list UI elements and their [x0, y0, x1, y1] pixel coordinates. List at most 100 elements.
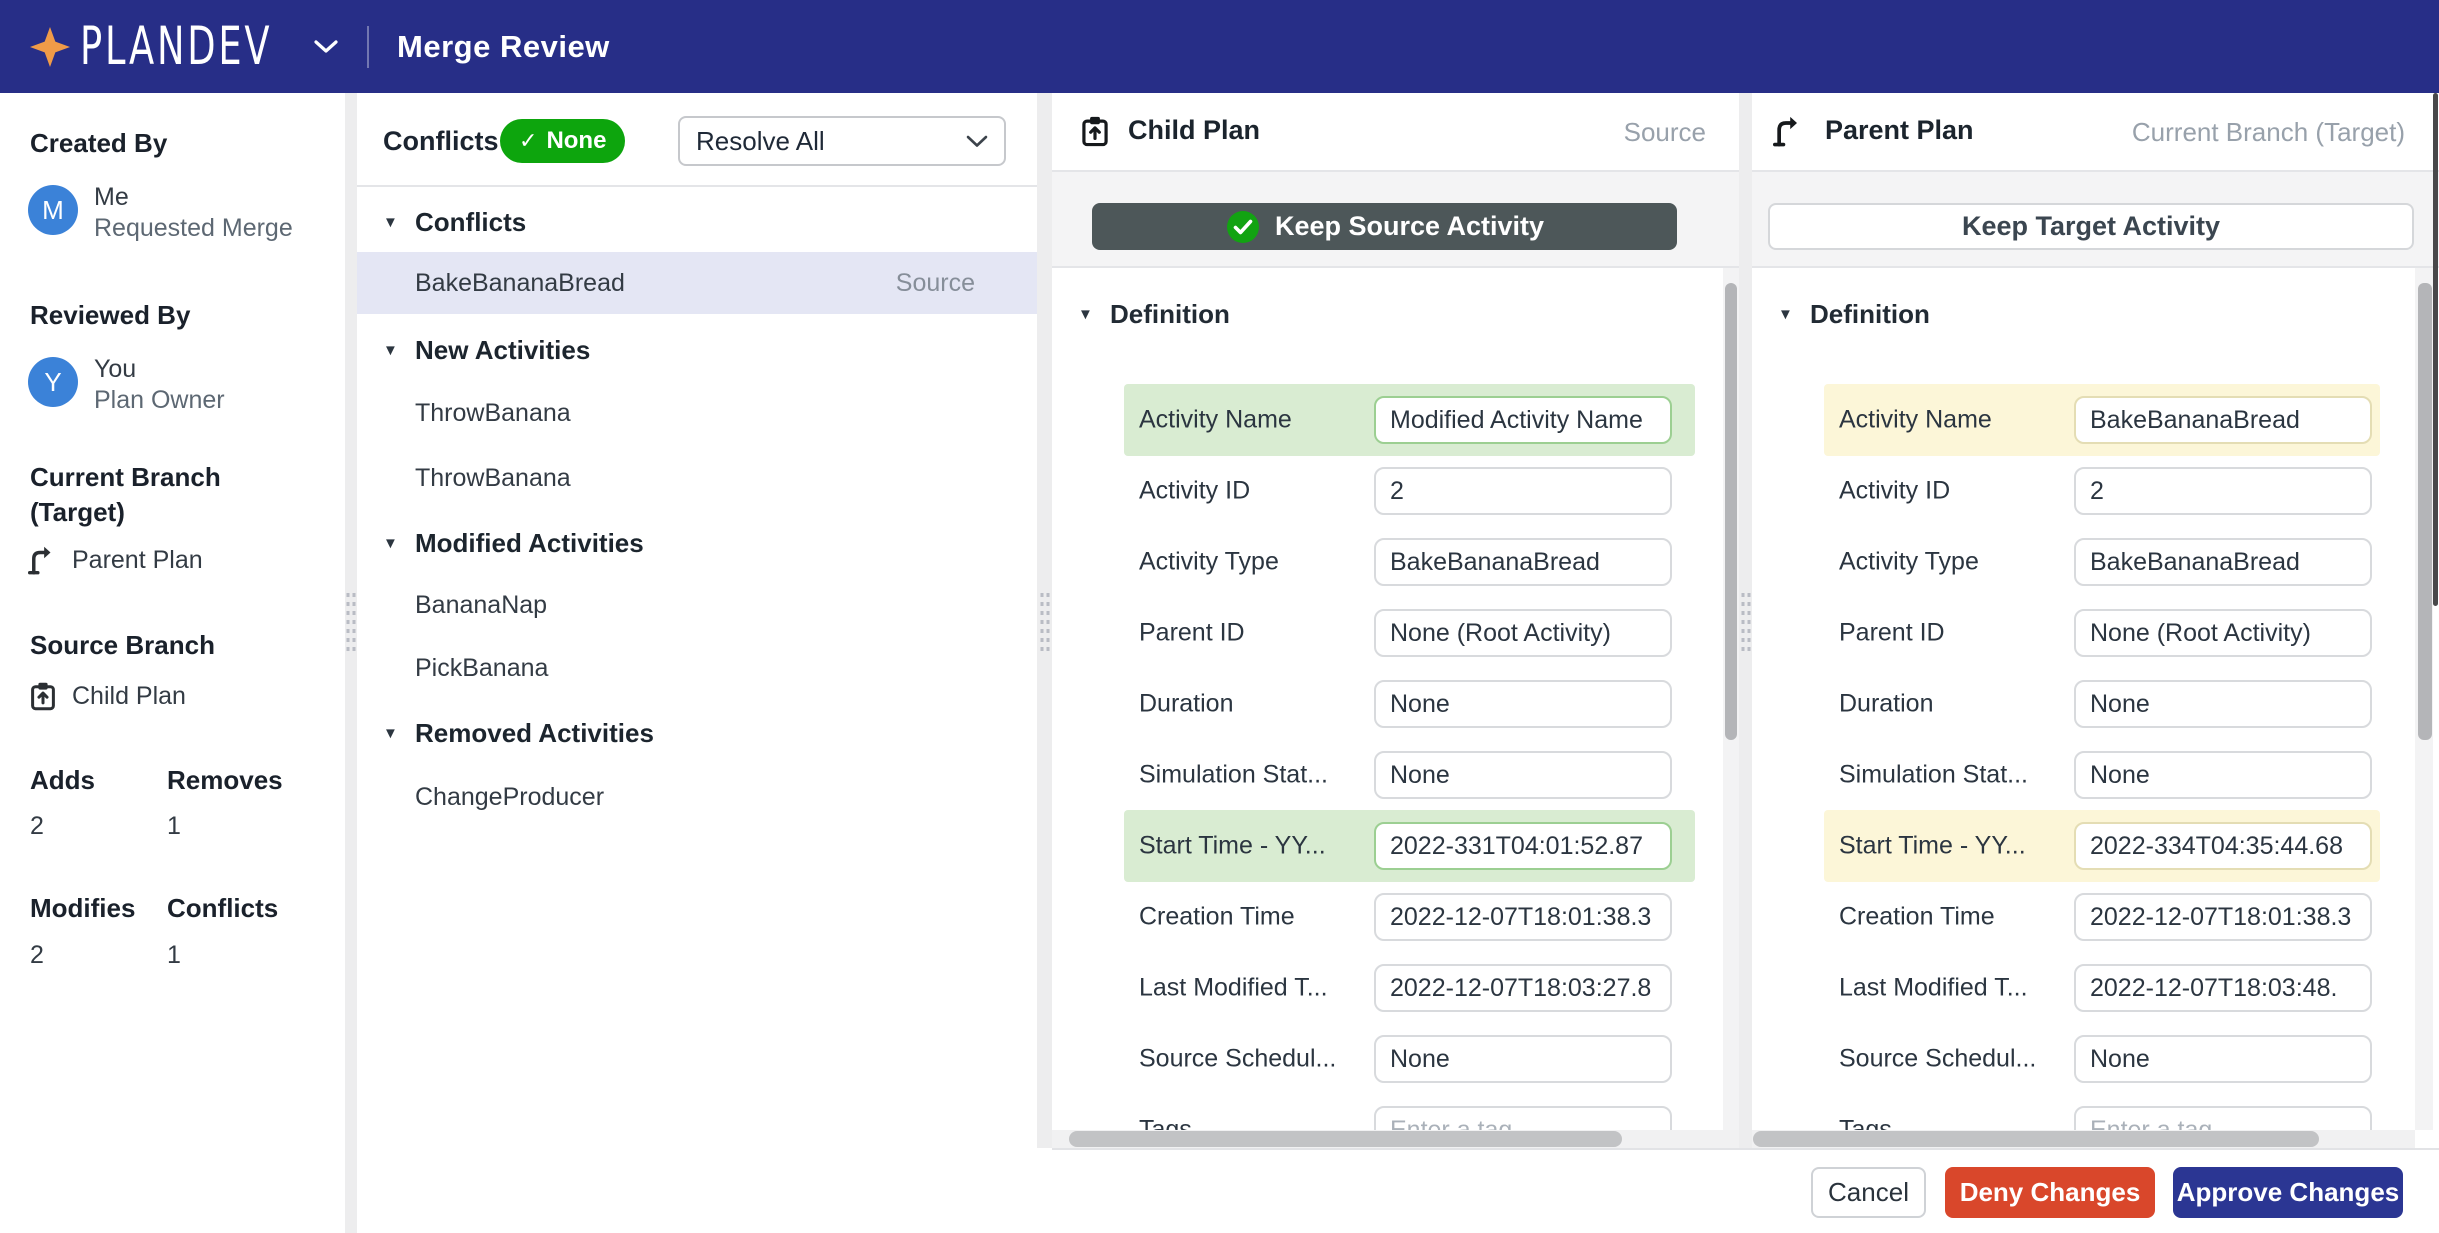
tree-item[interactable]: BananaNap: [357, 574, 1037, 636]
field-label: Creation Time: [1839, 903, 2069, 932]
avatar: Y: [28, 357, 78, 407]
field-input[interactable]: None (Root Activity): [1374, 609, 1672, 657]
keep-source-label: Keep Source Activity: [1275, 211, 1544, 242]
tree-item-label: ThrowBanana: [415, 464, 571, 493]
horizontal-scrollbar[interactable]: [1752, 1130, 2415, 1148]
field-label: Activity Name: [1839, 406, 2069, 435]
scrollbar-thumb[interactable]: [1069, 1131, 1622, 1147]
field-input[interactable]: None: [2074, 1035, 2372, 1083]
clipboard-upload-icon: [1079, 115, 1111, 147]
reviewed-by-heading: Reviewed By: [30, 300, 190, 331]
field-row: Activity NameBakeBananaBread: [1824, 384, 2380, 456]
field-input[interactable]: None: [2074, 751, 2372, 799]
field-row: Activity TypeBakeBananaBread: [1124, 526, 1695, 598]
field-label: Last Modified T...: [1139, 974, 1369, 1003]
chevron-down-icon[interactable]: [313, 39, 339, 55]
tree-item[interactable]: ThrowBanana: [357, 382, 1037, 444]
scrollbar-thumb[interactable]: [1753, 1131, 2319, 1147]
panel-resize-handle[interactable]: [1739, 93, 1752, 1148]
field-input[interactable]: None (Root Activity): [2074, 609, 2372, 657]
deny-changes-button[interactable]: Deny Changes: [1945, 1167, 2155, 1218]
field-label: Last Modified T...: [1839, 974, 2069, 1003]
field-row: Source Schedul...None: [1124, 1023, 1695, 1095]
tree-item[interactable]: BakeBananaBreadSource: [357, 252, 1037, 314]
tree-section-header[interactable]: ▼Modified Activities: [357, 523, 1037, 563]
stat-modifies-label: Modifies: [30, 893, 135, 924]
tree-item-label: PickBanana: [415, 654, 548, 683]
keep-target-label: Keep Target Activity: [1962, 211, 2220, 242]
conflicts-status-badge: ✓ None: [500, 119, 625, 163]
collapse-triangle-icon: ▼: [383, 725, 398, 742]
resolve-all-dropdown[interactable]: Resolve All: [678, 116, 1006, 166]
approve-changes-button[interactable]: Approve Changes: [2173, 1167, 2403, 1218]
merge-info-sidebar: Created By M Me Requested Merge Reviewed…: [0, 93, 345, 1233]
field-row: Activity ID2: [1824, 455, 2380, 527]
field-input[interactable]: BakeBananaBread: [1374, 538, 1672, 586]
field-label: Start Time - YY...: [1839, 832, 2069, 861]
field-label: Duration: [1839, 690, 2069, 719]
tree-section-header[interactable]: ▼Removed Activities: [357, 713, 1037, 753]
tree-item[interactable]: ChangeProducer: [357, 766, 1037, 828]
field-row: Simulation Stat...None: [1124, 739, 1695, 811]
activity-tree: ▼Conflicts BakeBananaBreadSource ▼New Acti…: [357, 187, 1037, 1148]
field-input[interactable]: 2022-12-07T18:03:27.8: [1374, 964, 1672, 1012]
child-plan-header: Child Plan Source: [1052, 93, 1739, 172]
field-label: Parent ID: [1139, 619, 1369, 648]
collapse-triangle-icon: ▼: [383, 214, 398, 231]
app-logo[interactable]: PLANDEV: [30, 24, 339, 70]
field-label: Start Time - YY...: [1139, 832, 1369, 861]
branch-merge-icon: [28, 545, 58, 575]
field-input[interactable]: None: [1374, 751, 1672, 799]
tree-section-header[interactable]: ▼New Activities: [357, 330, 1037, 370]
panel-resize-handle[interactable]: [1037, 93, 1052, 1148]
parent-plan-role-label: Current Branch (Target): [2132, 117, 2405, 148]
cancel-button[interactable]: Cancel: [1811, 1167, 1926, 1218]
field-input[interactable]: 2022-12-07T18:01:38.3: [1374, 893, 1672, 941]
field-input[interactable]: 2: [2074, 467, 2372, 515]
field-row: Simulation Stat...None: [1824, 739, 2380, 811]
field-input[interactable]: Modified Activity Name: [1374, 396, 1672, 444]
scrollbar-thumb[interactable]: [1725, 283, 1737, 740]
keep-target-activity-button[interactable]: Keep Target Activity: [1768, 203, 2414, 250]
check-circle-icon: [1225, 209, 1261, 245]
field-input[interactable]: 2022-12-07T18:01:38.3: [2074, 893, 2372, 941]
field-input[interactable]: BakeBananaBread: [2074, 396, 2372, 444]
panel-resize-handle[interactable]: [345, 93, 357, 1233]
child-plan-panel: Child Plan Source Keep Source Activity: [1052, 93, 1739, 1148]
tree-section-header[interactable]: ▼Conflicts: [357, 202, 1037, 242]
tree-item[interactable]: ThrowBanana: [357, 447, 1037, 509]
field-row: Creation Time2022-12-07T18:01:38.3: [1824, 881, 2380, 953]
merge-review-app: PLANDEV Merge Review Created By M Me Req…: [0, 0, 2439, 1233]
field-input[interactable]: BakeBananaBread: [2074, 538, 2372, 586]
field-row: Activity TypeBakeBananaBread: [1824, 526, 2380, 598]
field-row: Activity ID2: [1124, 455, 1695, 527]
vertical-scrollbar[interactable]: [2415, 268, 2433, 1130]
field-label: Creation Time: [1139, 903, 1369, 932]
tree-item-label: ChangeProducer: [415, 783, 604, 812]
collapse-triangle-icon: ▼: [1078, 306, 1093, 323]
stat-modifies-value: 2: [30, 941, 44, 970]
scrollbar-thumb[interactable]: [2418, 283, 2432, 740]
field-input[interactable]: 2022-334T04:35:44.68: [2074, 822, 2372, 870]
tree-item-source-tag: Source: [896, 269, 975, 298]
field-input[interactable]: 2: [1374, 467, 1672, 515]
source-branch-name: Child Plan: [72, 682, 186, 711]
field-input[interactable]: None: [1374, 1035, 1672, 1083]
field-input[interactable]: None: [2074, 680, 2372, 728]
keep-source-activity-button[interactable]: Keep Source Activity: [1092, 203, 1677, 250]
field-input[interactable]: 2022-331T04:01:52.87: [1374, 822, 1672, 870]
stat-conflicts-value: 1: [167, 941, 181, 970]
vertical-scrollbar[interactable]: [1723, 268, 1739, 1130]
page-scrollbar-thumb[interactable]: [2433, 93, 2438, 606]
stat-adds-value: 2: [30, 812, 44, 841]
tree-item[interactable]: PickBanana: [357, 637, 1037, 699]
branch-merge-icon: [1773, 115, 1805, 147]
conflicts-label: Conflicts: [383, 126, 499, 157]
horizontal-scrollbar[interactable]: [1052, 1130, 1739, 1148]
field-input[interactable]: 2022-12-07T18:03:48.: [2074, 964, 2372, 1012]
collapse-triangle-icon: ▼: [1778, 306, 1793, 323]
check-icon: ✓: [519, 128, 537, 154]
field-label: Duration: [1139, 690, 1369, 719]
field-input[interactable]: None: [1374, 680, 1672, 728]
tree-item-label: ThrowBanana: [415, 399, 571, 428]
